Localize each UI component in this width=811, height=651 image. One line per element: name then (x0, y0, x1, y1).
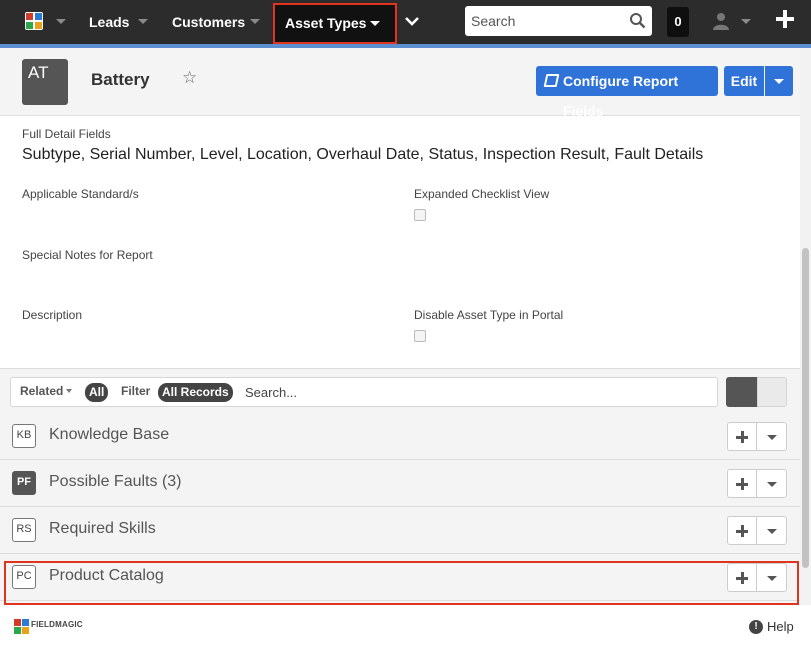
required-skills-icon: RS (12, 518, 36, 542)
edit-button[interactable]: Edit (724, 66, 764, 96)
chevron-down-icon (767, 529, 777, 534)
view-toggle-grid-button[interactable] (757, 377, 787, 407)
related-filter-bar: Related All Filter All Records (10, 377, 718, 407)
user-menu-chevron-down-icon[interactable] (741, 19, 751, 24)
global-search-input[interactable] (471, 10, 621, 32)
product-catalog-highlight (4, 561, 799, 605)
view-toggle-list-button[interactable] (726, 377, 757, 407)
footer: FIELDMAGIC ! Help (0, 605, 811, 651)
nav-tab-asset-types-label: Asset Types (285, 15, 367, 31)
fieldmagic-logo-icon (14, 619, 30, 635)
app-logo-icon[interactable] (25, 12, 43, 30)
filter-label: Filter (121, 384, 151, 398)
special-notes-label: Special Notes for Report (22, 248, 153, 262)
related-chevron-down-icon (66, 389, 73, 393)
full-detail-fields-value: Subtype, Serial Number, Level, Location,… (22, 146, 704, 163)
possible-faults-dropdown-button[interactable] (756, 469, 787, 498)
edit-dropdown-button[interactable] (765, 66, 793, 96)
favorite-star-icon[interactable]: ☆ (182, 68, 197, 88)
help-link[interactable]: Help (767, 619, 794, 634)
record-avatar: AT (22, 59, 68, 105)
related-list-row-required-skills[interactable]: RS Required Skills (0, 507, 800, 554)
record-title: Battery (91, 70, 150, 89)
nav-tab-asset-types[interactable]: Asset Types (273, 3, 397, 44)
related-list-row-knowledge-base[interactable]: KB Knowledge Base (0, 413, 800, 460)
knowledge-base-dropdown-button[interactable] (756, 422, 787, 451)
top-nav: Leads Customers Asset Types 0 (0, 0, 811, 44)
asset-types-chevron-down-icon[interactable] (370, 21, 380, 26)
edit-chevron-down-icon (774, 79, 784, 84)
nav-tab-leads[interactable]: Leads (89, 0, 129, 44)
configure-report-fields-label: Configure Report Fields (563, 73, 679, 119)
applicable-standards-label: Applicable Standard/s (22, 187, 139, 201)
add-possible-fault-button[interactable] (727, 469, 757, 498)
add-new-plus-icon[interactable] (776, 10, 794, 28)
required-skills-dropdown-button[interactable] (756, 516, 787, 545)
description-label: Description (22, 308, 83, 322)
notification-count-badge[interactable]: 0 (667, 7, 689, 37)
add-knowledge-base-button[interactable] (727, 422, 757, 451)
chevron-down-icon (767, 482, 777, 487)
expanded-checklist-view-label: Expanded Checklist View (414, 187, 550, 201)
record-header: AT Battery ☆ Configure Report Fields Edi… (0, 48, 800, 119)
related-search-input[interactable] (245, 382, 705, 402)
knowledge-base-icon: KB (12, 424, 36, 448)
app-menu-chevron-down-icon[interactable] (56, 19, 66, 24)
help-icon[interactable]: ! (749, 620, 763, 634)
add-required-skill-button[interactable] (727, 516, 757, 545)
book-icon (543, 74, 560, 87)
related-list-label[interactable]: Possible Faults (3) (49, 473, 182, 491)
user-icon[interactable] (712, 12, 730, 30)
more-tabs-chevron-icon[interactable] (404, 13, 420, 29)
expanded-checklist-view-checkbox[interactable] (414, 209, 426, 221)
search-icon[interactable] (629, 12, 646, 29)
footer-brand: FIELDMAGIC (31, 620, 83, 629)
leads-chevron-down-icon[interactable] (138, 19, 148, 24)
related-list-label[interactable]: Required Skills (49, 520, 156, 538)
disable-asset-type-portal-label: Disable Asset Type in Portal (414, 308, 564, 322)
possible-faults-icon: PF (12, 471, 36, 495)
related-list-label[interactable]: Knowledge Base (49, 426, 169, 444)
global-search[interactable] (465, 6, 652, 36)
configure-report-fields-button[interactable]: Configure Report Fields (536, 66, 718, 119)
related-list-row-possible-faults[interactable]: PF Possible Faults (3) (0, 460, 800, 507)
chevron-down-icon (767, 435, 777, 440)
related-dropdown-label: Related (20, 384, 64, 398)
nav-tab-customers[interactable]: Customers (172, 0, 245, 44)
related-dropdown[interactable]: Related (20, 384, 73, 398)
related-all-pill[interactable]: All (85, 383, 109, 402)
customers-chevron-down-icon[interactable] (250, 19, 260, 24)
disable-asset-type-portal-checkbox[interactable] (414, 330, 426, 342)
scrollbar-thumb[interactable] (802, 248, 809, 568)
all-records-pill[interactable]: All Records (158, 383, 233, 402)
full-detail-fields-label: Full Detail Fields (22, 127, 111, 141)
